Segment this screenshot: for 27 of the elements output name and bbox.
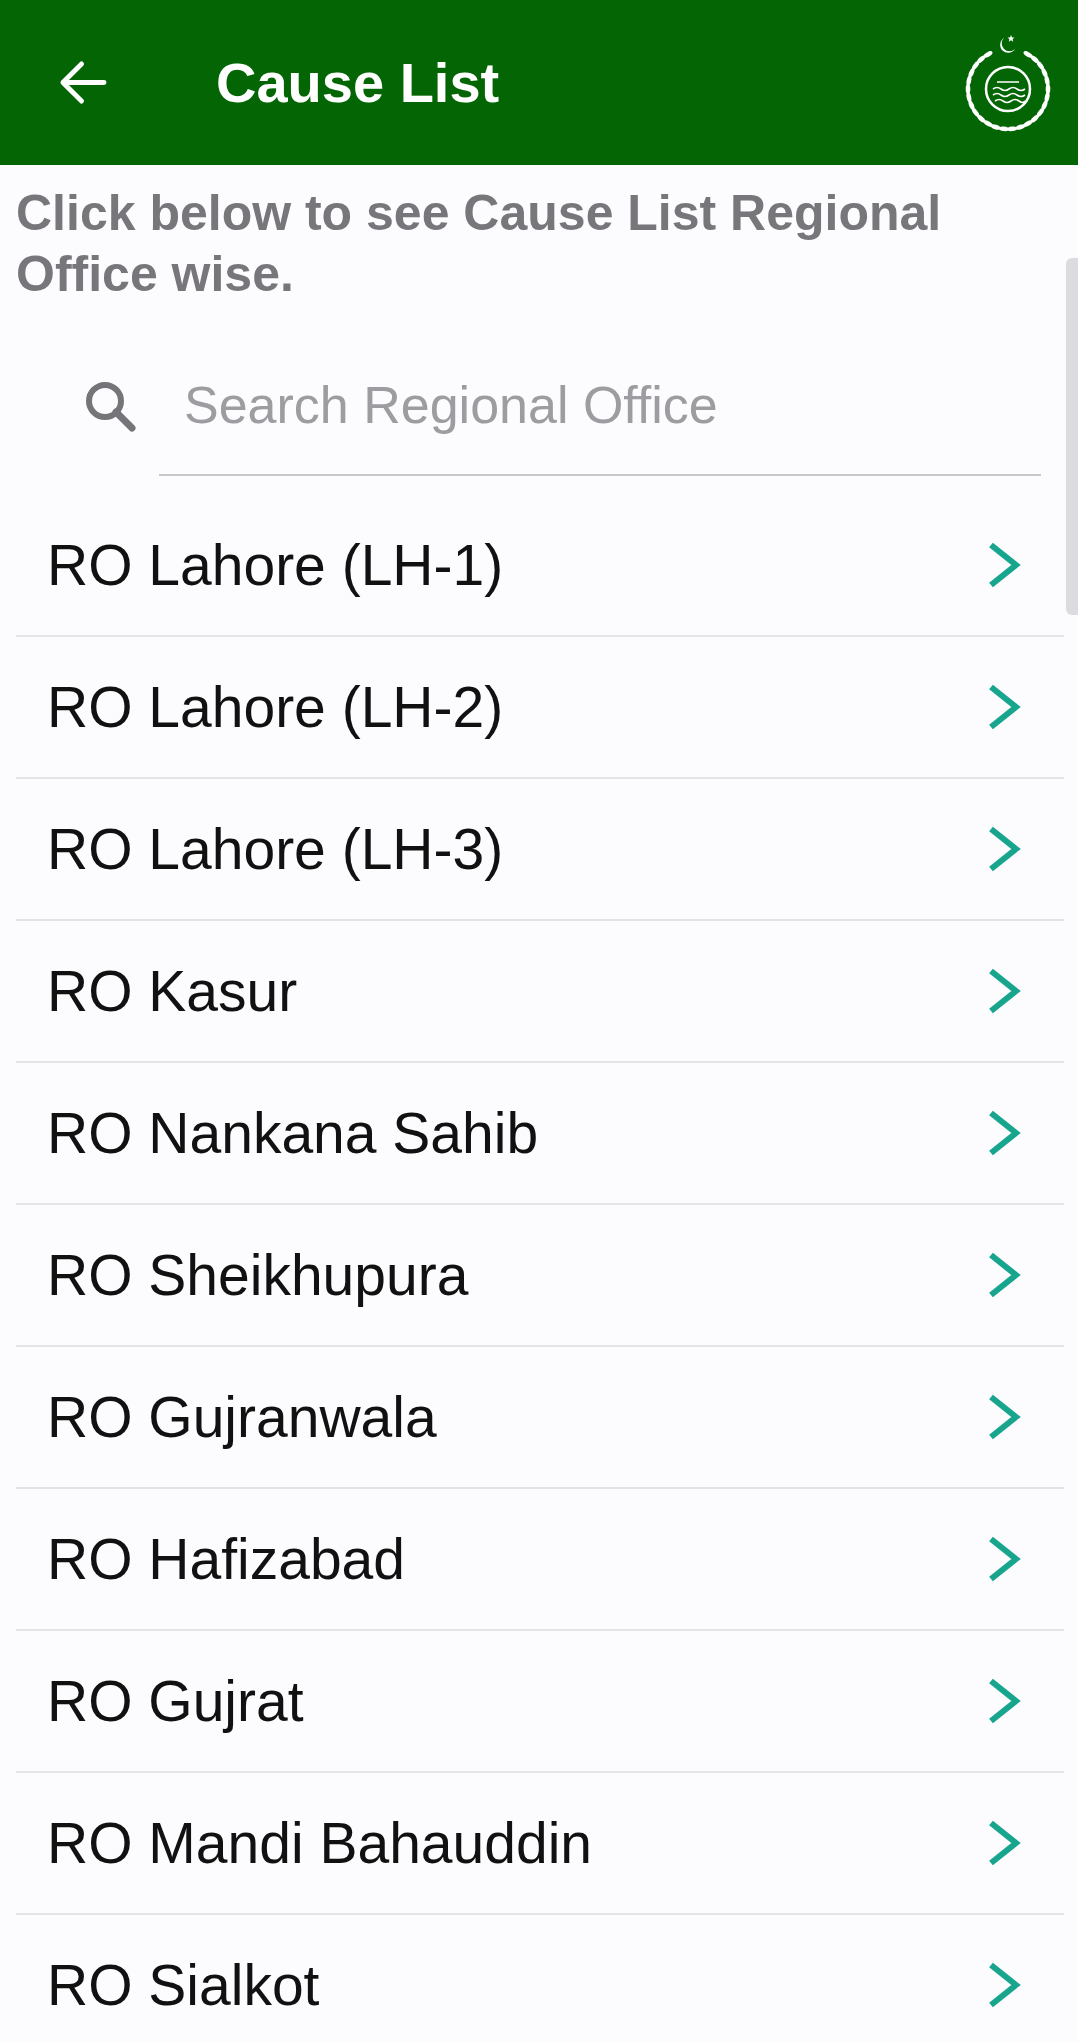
chevron-right-icon (986, 825, 1022, 873)
chevron-right-icon (986, 1961, 1022, 2009)
office-list-item[interactable]: RO Lahore (LH-3) (16, 779, 1064, 921)
office-list-item[interactable]: RO Hafizabad (16, 1489, 1064, 1631)
office-list-item[interactable]: RO Nankana Sahib (16, 1063, 1064, 1205)
search-field[interactable]: Search Regional Office (159, 336, 1041, 476)
intro-text: Click below to see Cause List Regional Office wise. (15, 184, 943, 304)
office-list-item[interactable]: RO Gujrat (16, 1631, 1064, 1773)
office-list-item[interactable]: RO Sheikhupura (16, 1205, 1064, 1347)
office-list-item[interactable]: RO Sialkot (16, 1915, 1064, 2042)
chevron-right-icon (986, 1109, 1022, 1157)
office-list-item[interactable]: RO Kasur (16, 921, 1064, 1063)
office-list-item[interactable]: RO Lahore (LH-2) (16, 637, 1064, 779)
chevron-right-icon (986, 1677, 1022, 1725)
office-list-item[interactable]: RO Gujranwala (16, 1347, 1064, 1489)
chevron-right-icon (986, 1393, 1022, 1441)
office-list-item[interactable]: RO Mandi Bahauddin (16, 1773, 1064, 1915)
chevron-right-icon (986, 541, 1022, 589)
chevron-right-icon (986, 683, 1022, 731)
search-icon (84, 380, 136, 432)
page-title: Cause List (216, 50, 501, 115)
chevron-right-icon (986, 967, 1022, 1015)
chevron-right-icon (986, 1819, 1022, 1867)
chevron-right-icon (986, 1251, 1022, 1299)
chevron-right-icon (986, 1535, 1022, 1583)
back-arrow-icon (58, 60, 107, 105)
office-list-item[interactable]: RO Lahore (LH-1) (16, 495, 1064, 637)
